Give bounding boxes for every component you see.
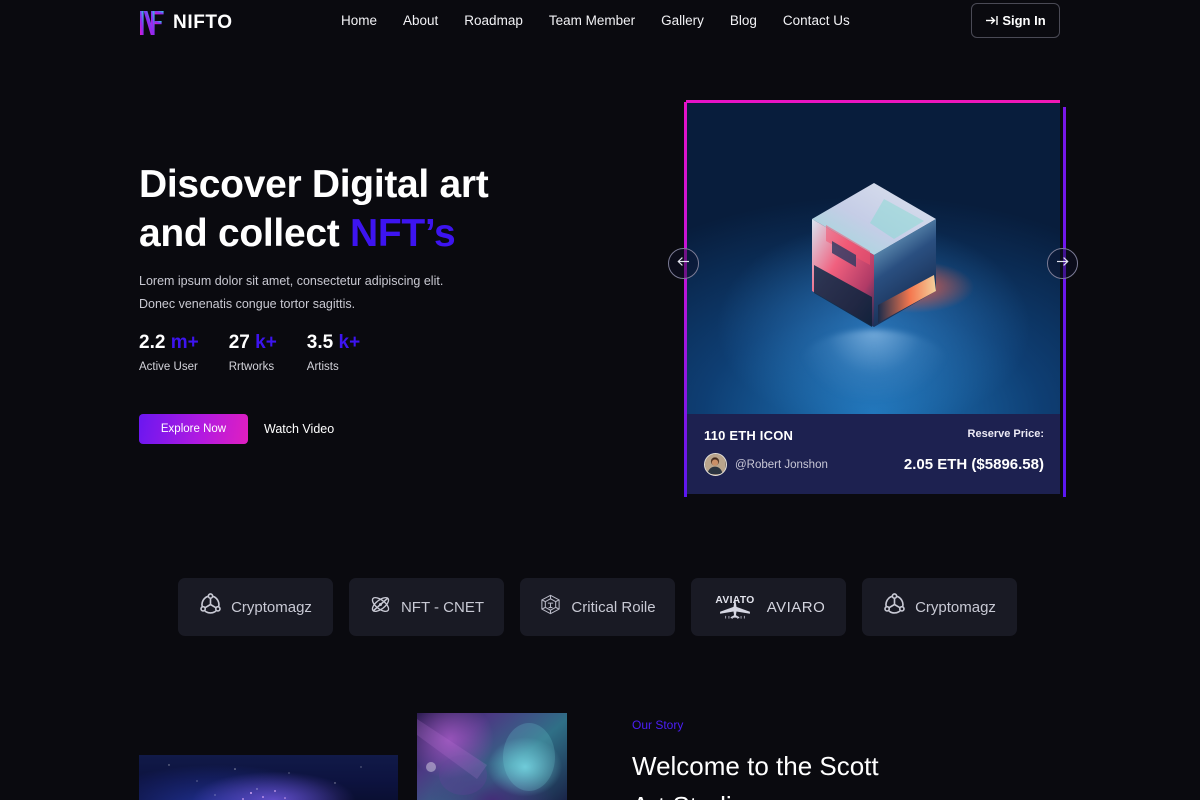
- carousel-prev-button[interactable]: [668, 248, 699, 279]
- watch-video-button[interactable]: Watch Video: [264, 422, 334, 436]
- brand-name: NIFTO: [173, 12, 233, 33]
- stat-artworks: 27 k+ Rrtworks: [229, 332, 277, 373]
- partner-tile-critical-roile[interactable]: Critical Roile: [520, 578, 675, 636]
- partner-name: Cryptomagz: [915, 598, 996, 616]
- arrow-left-icon: [676, 255, 691, 273]
- hero-stats: 2.2 m+ Active User 27 k+ Rrtworks 3.5 k+…: [139, 332, 390, 373]
- prismatic-cube-icon: [774, 155, 974, 355]
- explore-now-button[interactable]: Explore Now: [139, 414, 248, 444]
- story-title: Welcome to the Scott Art Studios: [632, 746, 1052, 800]
- hero-subtitle: Lorem ipsum dolor sit amet, consectetur …: [139, 270, 443, 316]
- nft-owner[interactable]: @Robert Jonshon: [704, 453, 828, 476]
- partner-name: Critical Roile: [571, 598, 656, 616]
- nav-item-gallery[interactable]: Gallery: [661, 13, 704, 28]
- carousel-next-button[interactable]: [1047, 248, 1078, 279]
- avatar: [704, 453, 727, 476]
- hero-cta-row: Explore Now Watch Video: [139, 414, 334, 444]
- sign-in-button[interactable]: Sign In: [971, 3, 1060, 38]
- hero-title-accent: NFT’s: [349, 212, 456, 255]
- login-arrow-icon: [985, 14, 1000, 27]
- partner-name: AVIARO: [766, 598, 826, 616]
- site-header: NIFTO Home About Roadmap Team Member Gal…: [0, 0, 1200, 52]
- nft-cnet-atom-icon: [369, 593, 392, 621]
- hero-title-line1: Discover Digital art: [139, 163, 489, 206]
- story-artwork-large: [139, 755, 398, 800]
- stat-unit: k+: [338, 332, 361, 353]
- partner-tile-cryptomagz-1[interactable]: Cryptomagz: [178, 578, 333, 636]
- partner-tile-nft-cnet[interactable]: NFT - CNET: [349, 578, 504, 636]
- partner-name: Cryptomagz: [231, 598, 312, 616]
- stat-value: 3.5: [306, 332, 334, 353]
- stat-unit: k+: [255, 332, 277, 353]
- partner-tile-cryptomagz-2[interactable]: Cryptomagz: [862, 578, 1017, 636]
- card-border-right: [1063, 107, 1066, 497]
- nav-item-home[interactable]: Home: [341, 13, 377, 28]
- nav-item-contact-us[interactable]: Contact Us: [783, 13, 850, 28]
- stat-active-user: 2.2 m+ Active User: [139, 332, 199, 373]
- aviato-plane-icon: AVIATO: [712, 591, 758, 624]
- hero-title-line2-plain: and collect: [139, 212, 350, 255]
- nav-item-blog[interactable]: Blog: [730, 13, 757, 28]
- critical-roile-dice-icon: [539, 593, 562, 621]
- svg-text:AVIATO: AVIATO: [715, 595, 754, 606]
- stat-value-group: 2.2 m+: [139, 332, 199, 354]
- partner-name: NFT - CNET: [400, 598, 485, 616]
- cryptomagz-ring-icon: [883, 593, 906, 621]
- nav-item-about[interactable]: About: [403, 13, 438, 28]
- hero-subtitle-line1: Lorem ipsum dolor sit amet, consectetur …: [139, 274, 444, 288]
- stat-value-group: 3.5 k+: [307, 332, 360, 354]
- nft-card-footer: 110 ETH ICON Reserve Price: @Robert Jons…: [687, 414, 1060, 494]
- stat-label: Artists: [306, 361, 339, 373]
- stat-artists: 3.5 k+ Artists: [307, 332, 360, 373]
- landing-page: NIFTO Home About Roadmap Team Member Gal…: [0, 0, 1200, 800]
- hero-title: Discover Digital art and collect NFT’s: [139, 160, 659, 258]
- stat-value: 2.2: [139, 332, 166, 353]
- main-nav: Home About Roadmap Team Member Gallery B…: [341, 13, 850, 28]
- story-title-line1: Welcome to the Scott: [632, 751, 879, 781]
- nft-card-footer-bottom: @Robert Jonshon 2.05 ETH ($5896.58): [704, 453, 1044, 476]
- story-kicker: Our Story: [632, 718, 684, 732]
- stat-label: Active User: [139, 361, 198, 373]
- partner-tile-aviaro[interactable]: AVIATO AVIARO: [691, 578, 846, 636]
- owner-handle: @Robert Jonshon: [735, 458, 828, 471]
- nav-item-roadmap[interactable]: Roadmap: [464, 13, 523, 28]
- nav-item-team-member[interactable]: Team Member: [549, 13, 635, 28]
- sign-in-label: Sign In: [1002, 13, 1046, 28]
- stat-value-group: 27 k+: [229, 332, 277, 354]
- nft-title: 110 ETH ICON: [704, 428, 794, 443]
- story-artwork-small: [417, 713, 567, 800]
- partner-logo-strip: Cryptomagz NFT - CNET Critical Roile AVI…: [178, 578, 1017, 636]
- story-section: Our Story Welcome to the Scott Art Studi…: [632, 718, 1052, 800]
- reserve-price-value: 2.05 ETH ($5896.58): [903, 456, 1044, 473]
- featured-nft-card[interactable]: 110 ETH ICON Reserve Price: @Robert Jons…: [684, 97, 1066, 497]
- hero-subtitle-line2: Donec venenatis congue tortor sagittis.: [139, 297, 356, 311]
- arrow-right-icon: [1055, 255, 1070, 273]
- stat-unit: m+: [170, 332, 199, 353]
- brand-logo[interactable]: NIFTO: [139, 9, 233, 37]
- stat-value: 27: [228, 332, 250, 353]
- nifto-monogram-icon: [139, 9, 165, 37]
- nft-artwork-image: [687, 103, 1060, 414]
- story-title-line2: Art Studios: [632, 791, 759, 800]
- stat-label: Rrtworks: [228, 361, 275, 373]
- reserve-price-label: Reserve Price:: [967, 428, 1044, 440]
- cryptomagz-ring-icon: [199, 593, 222, 621]
- nft-card-footer-top: 110 ETH ICON Reserve Price:: [704, 428, 1044, 443]
